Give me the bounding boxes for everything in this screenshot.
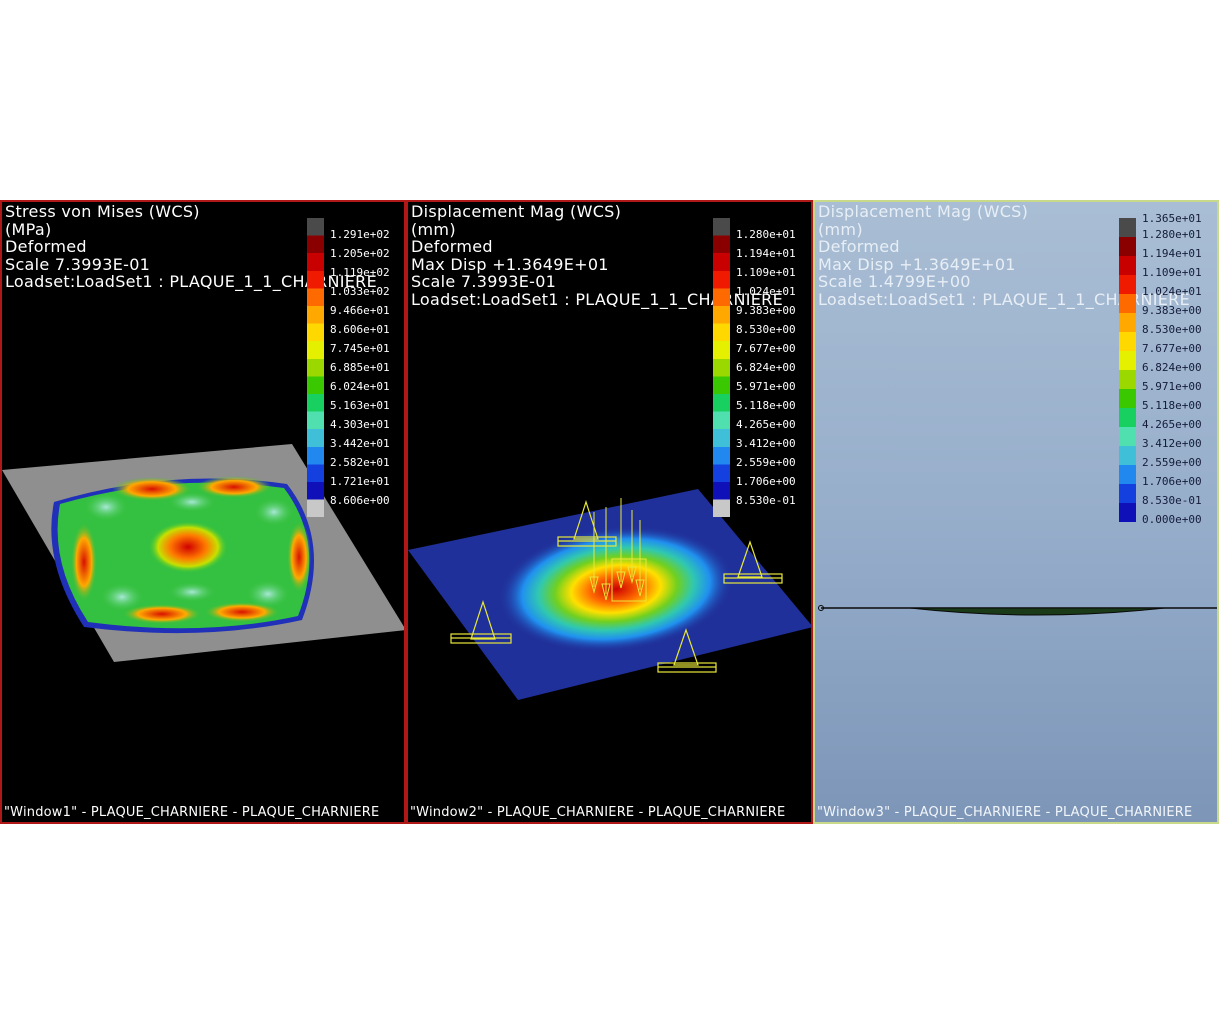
legend-tick: 7.677e+00 bbox=[1142, 342, 1202, 355]
legend-tick: 1.109e+01 bbox=[736, 266, 796, 279]
legend-tick: 6.885e+01 bbox=[330, 361, 390, 374]
legend-tick: 6.824e+00 bbox=[1142, 361, 1202, 374]
legend-tick: 1.280e+01 bbox=[736, 228, 796, 241]
legend-tick: 1.119e+02 bbox=[330, 266, 390, 279]
legend-tick: 2.582e+01 bbox=[330, 456, 390, 469]
legend-tick: 2.559e+00 bbox=[736, 456, 796, 469]
legend-tick: 1.024e+01 bbox=[736, 285, 796, 298]
legend-tick: 8.530e+00 bbox=[736, 323, 796, 336]
legend-tick: 9.383e+00 bbox=[736, 304, 796, 317]
window-caption: "Window1" - PLAQUE_CHARNIERE - PLAQUE_CH… bbox=[4, 805, 380, 820]
legend-tick: 7.745e+01 bbox=[330, 342, 390, 355]
legend-color-bar bbox=[1119, 218, 1136, 522]
legend-tick: 1.706e+00 bbox=[736, 475, 796, 488]
legend-tick: 3.442e+01 bbox=[330, 437, 390, 450]
legend-tick: 7.677e+00 bbox=[736, 342, 796, 355]
legend-tick: 0.000e+00 bbox=[1142, 513, 1202, 526]
legend-tick: 1.291e+02 bbox=[330, 228, 390, 241]
legend-tick: 3.412e+00 bbox=[736, 437, 796, 450]
legend-tick: 8.606e+00 bbox=[330, 494, 390, 507]
legend-tick: 4.303e+01 bbox=[330, 418, 390, 431]
window-caption: "Window3" - PLAQUE_CHARNIERE - PLAQUE_CH… bbox=[817, 805, 1193, 820]
legend-tick: 5.971e+00 bbox=[736, 380, 796, 393]
legend-tick: 1.194e+01 bbox=[1142, 247, 1202, 260]
legend-tick: 8.606e+01 bbox=[330, 323, 390, 336]
legend-tick: 8.530e+00 bbox=[1142, 323, 1202, 336]
legend-tick: 1.024e+01 bbox=[1142, 285, 1202, 298]
legend-tick: 1.194e+01 bbox=[736, 247, 796, 260]
result-window-2[interactable]: Displacement Mag (WCS) (mm) Deformed Max… bbox=[406, 200, 813, 824]
legend-color-bar bbox=[713, 218, 730, 518]
legend-tick: 8.530e-01 bbox=[736, 494, 796, 507]
window-caption: "Window2" - PLAQUE_CHARNIERE - PLAQUE_CH… bbox=[410, 805, 786, 820]
legend-tick: 5.118e+00 bbox=[736, 399, 796, 412]
legend-tick: 1.109e+01 bbox=[1142, 266, 1202, 279]
legend-tick: 6.824e+00 bbox=[736, 361, 796, 374]
legend-max-label: 1.365e+01 bbox=[1142, 212, 1202, 225]
legend-tick: 2.559e+00 bbox=[1142, 456, 1202, 469]
legend-tick: 9.383e+00 bbox=[1142, 304, 1202, 317]
legend-tick: 5.118e+00 bbox=[1142, 399, 1202, 412]
legend-color-bar bbox=[307, 218, 324, 518]
legend-tick: 4.265e+00 bbox=[1142, 418, 1202, 431]
legend-tick: 1.706e+00 bbox=[1142, 475, 1202, 488]
legend-tick: 1.280e+01 bbox=[1142, 228, 1202, 241]
legend-tick: 5.971e+00 bbox=[1142, 380, 1202, 393]
deflection-profile bbox=[909, 607, 1166, 616]
legend-tick: 9.466e+01 bbox=[330, 304, 390, 317]
result-window-3[interactable]: Displacement Mag (WCS) (mm) Deformed Max… bbox=[813, 200, 1219, 824]
legend-tick: 8.530e-01 bbox=[1142, 494, 1202, 507]
result-window-1[interactable]: Stress von Mises (WCS) (MPa) Deformed Sc… bbox=[0, 200, 406, 824]
legend-tick: 1.205e+02 bbox=[330, 247, 390, 260]
legend-tick: 3.412e+00 bbox=[1142, 437, 1202, 450]
legend-tick: 1.033e+02 bbox=[330, 285, 390, 298]
legend-tick: 6.024e+01 bbox=[330, 380, 390, 393]
legend-tick: 4.265e+00 bbox=[736, 418, 796, 431]
legend-tick: 1.721e+01 bbox=[330, 475, 390, 488]
legend-tick: 5.163e+01 bbox=[330, 399, 390, 412]
